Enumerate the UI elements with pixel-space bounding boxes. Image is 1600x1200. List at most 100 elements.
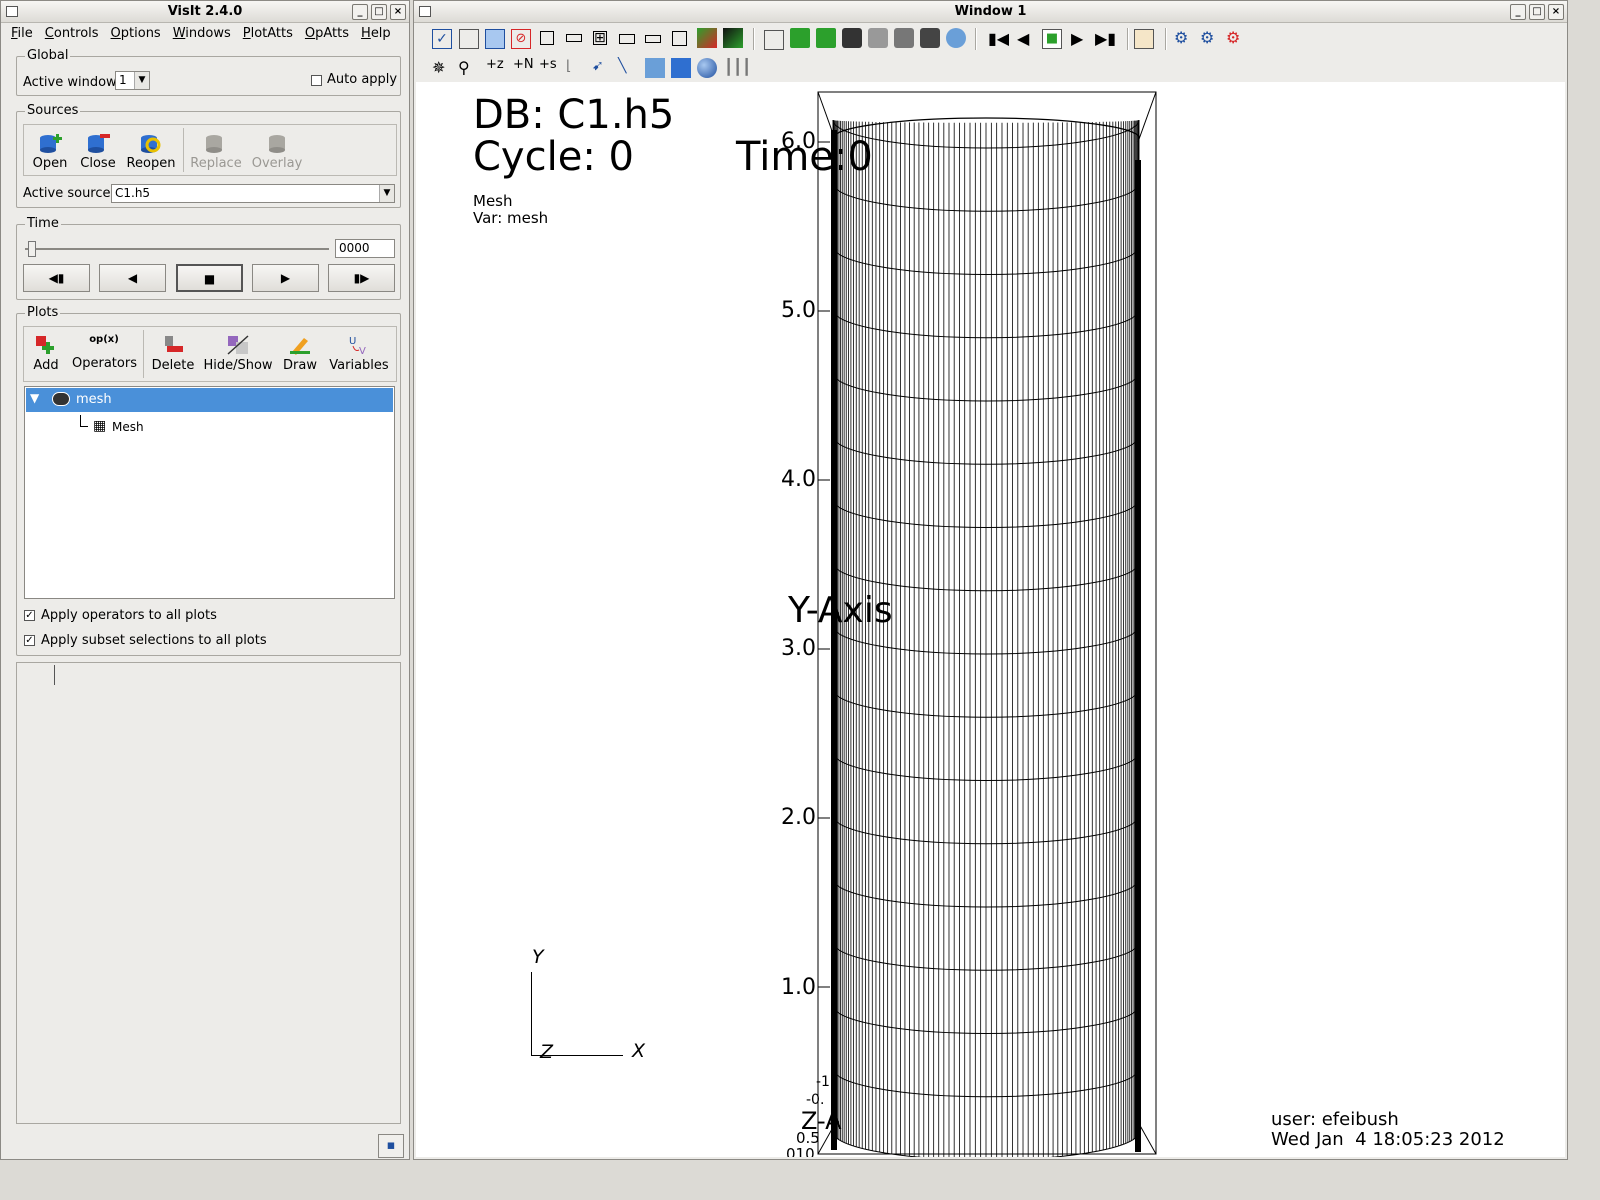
layout-1x1-icon[interactable] (540, 31, 554, 45)
globe-icon[interactable] (946, 28, 966, 48)
lock-view-icon[interactable] (697, 28, 717, 48)
delete-window-icon[interactable]: ⊘ (511, 29, 531, 49)
plot-visibility-icon[interactable] (52, 392, 70, 406)
lock-time-icon[interactable] (723, 28, 743, 48)
lineout-icon[interactable]: ╲ (618, 58, 638, 78)
viz-titlebar[interactable]: Window 1 _ □ × (414, 1, 1567, 23)
layout-2x2-icon[interactable]: ⊞ (593, 31, 607, 45)
toolbar-separator (753, 28, 755, 50)
layout-2x4-icon[interactable] (645, 35, 661, 43)
time-field[interactable]: 0000 (335, 239, 395, 258)
menu-help[interactable]: Help (355, 24, 397, 44)
play-button[interactable]: ▶ (252, 264, 319, 292)
overlay-button[interactable]: Overlay (250, 130, 304, 174)
gui-titlebar[interactable]: VisIt 2.4.0 _ □ × (1, 1, 409, 23)
play-reverse-button[interactable]: ◀ (99, 264, 166, 292)
reopen-button[interactable]: Reopen (124, 130, 178, 174)
vcr-last-icon[interactable]: ▶▮ (1095, 29, 1116, 49)
tree-branch-line (80, 415, 88, 427)
popup-window-icon[interactable] (1134, 29, 1154, 49)
gui-title: VisIt 2.4.0 (167, 4, 243, 19)
draw-label: Draw (283, 358, 317, 373)
vcr-stop-icon[interactable]: ■ (1042, 29, 1062, 49)
plot-list[interactable]: ▼ mesh ▦ Mesh (24, 386, 395, 599)
window-menu-icon[interactable] (419, 6, 431, 17)
camera-dark-icon[interactable] (920, 28, 940, 48)
zoom-icon[interactable]: ⚲ (458, 58, 478, 78)
mesh-grid-icon: ▦ (93, 418, 107, 434)
menu-opatts[interactable]: OpAtts (299, 24, 355, 44)
taskbar (0, 1162, 1568, 1176)
apply-operators-checkbox[interactable]: ✓ (24, 610, 35, 621)
time-slider-handle[interactable] (28, 241, 36, 257)
viz-canvas[interactable]: DB: C1.h5 Cycle: 0 Time:0 Mesh Var: mesh… (416, 82, 1565, 1157)
camera-stack-icon[interactable] (894, 28, 914, 48)
new-window-icon[interactable] (459, 29, 479, 49)
camera-icon[interactable] (842, 28, 862, 48)
notepad-tab[interactable] (19, 665, 55, 685)
menu-plotatts[interactable]: PlotAtts (237, 24, 299, 44)
hide-show-button[interactable]: Hide/Show (203, 332, 273, 376)
curve-plot-icon[interactable]: ⌊ (566, 58, 586, 78)
navigate-icon[interactable]: ✵ (432, 58, 452, 78)
close-button[interactable]: Close (71, 130, 125, 174)
node-pick-icon[interactable]: +N (513, 57, 534, 77)
menu-file[interactable]: File (5, 24, 39, 44)
stop-button[interactable]: ■ (176, 264, 243, 292)
sources-title: Sources (25, 103, 81, 118)
time-slider[interactable] (25, 241, 329, 257)
add-plot-button[interactable]: Add (19, 332, 73, 376)
minimize-icon[interactable]: _ (1510, 4, 1526, 20)
engine-kill-icon[interactable]: ⚙ (1226, 28, 1246, 48)
axis-restrict-icon[interactable]: ┃┃┃ (724, 58, 751, 78)
delete-plot-label: Delete (151, 358, 195, 373)
close-icon[interactable]: × (1548, 4, 1564, 20)
spreadsheet-pick-icon[interactable]: +s (539, 57, 559, 77)
engine-icon[interactable]: ⚙ (1174, 28, 1194, 48)
minimize-icon[interactable]: _ (352, 4, 368, 20)
save-image-icon[interactable] (790, 28, 810, 48)
pick-pointer-icon[interactable]: ➹ (592, 58, 612, 78)
active-window-select[interactable]: 1 ▼ (115, 71, 150, 90)
layout-3x3-icon[interactable] (672, 31, 687, 46)
variables-button[interactable]: UV Variables (327, 332, 391, 376)
apply-subset-checkbox[interactable]: ✓ (24, 635, 35, 646)
window-menu-icon[interactable] (6, 6, 18, 17)
step-forward-button[interactable]: ▮▶ (328, 264, 395, 292)
plane-tool-icon[interactable] (645, 58, 665, 78)
menu-options[interactable]: Options (105, 24, 167, 44)
camera-gray-icon[interactable] (868, 28, 888, 48)
step-back-button[interactable]: ◀▮ (23, 264, 90, 292)
box-tool-icon[interactable] (671, 58, 691, 78)
active-source-select[interactable]: C1.h5 ▼ (111, 184, 395, 203)
layout-2x3-icon[interactable] (619, 34, 635, 44)
reopen-label: Reopen (126, 156, 176, 171)
sphere-tool-icon[interactable] (697, 58, 717, 78)
layout-1x2-icon[interactable] (566, 34, 582, 42)
replace-button[interactable]: Replace (189, 130, 243, 174)
close-icon[interactable]: × (390, 4, 406, 20)
y-tick-6: 6.0 (781, 129, 816, 154)
delete-plot-button[interactable]: Delete (146, 332, 200, 376)
vcr-first-icon[interactable]: ▮◀ (988, 29, 1009, 49)
checklist-icon[interactable]: ✓ (432, 29, 452, 49)
plot-list-item-mesh[interactable]: ▼ mesh (26, 388, 393, 412)
menu-controls[interactable]: Controls (39, 24, 105, 44)
open-button[interactable]: Open (23, 130, 77, 174)
menu-windows[interactable]: Windows (167, 24, 237, 44)
maximize-icon[interactable]: □ (1529, 4, 1545, 20)
auto-apply-checkbox[interactable] (311, 75, 322, 86)
print-icon[interactable] (816, 28, 836, 48)
triad-z-label: Z (540, 1041, 554, 1063)
operators-button[interactable]: op(x) Operators (72, 332, 137, 376)
clone-window-icon[interactable] (485, 29, 505, 49)
perspective-icon[interactable] (764, 30, 784, 50)
expand-triangle-icon[interactable]: ▼ (30, 391, 39, 405)
output-indicator-button[interactable]: ▪ (378, 1134, 404, 1158)
vcr-prev-icon[interactable]: ◀ (1017, 29, 1037, 49)
draw-button[interactable]: Draw (273, 332, 327, 376)
vcr-next-icon[interactable]: ▶ (1071, 29, 1091, 49)
maximize-icon[interactable]: □ (371, 4, 387, 20)
engine-clear-icon[interactable]: ⚙ (1200, 28, 1220, 48)
zone-pick-icon[interactable]: +z (486, 57, 506, 77)
